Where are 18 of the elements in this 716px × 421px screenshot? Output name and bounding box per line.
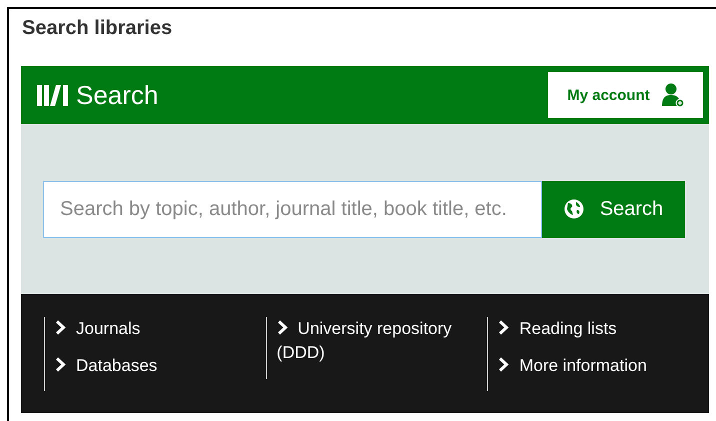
chevron-icon: [276, 320, 288, 335]
nav-link[interactable]: Reading lists: [498, 317, 617, 341]
globe-icon: [564, 199, 584, 219]
chevron-icon: [55, 320, 66, 335]
search-button[interactable]: Search: [542, 180, 685, 238]
nav-link[interactable]: Databases: [55, 354, 158, 378]
page-title: Search libraries: [22, 16, 172, 40]
nav-link[interactable]: More information: [498, 354, 647, 378]
chevron-icon: [498, 320, 510, 335]
account-button[interactable]: My account: [548, 72, 703, 118]
chevron-icon: [498, 357, 510, 372]
search-field[interactable]: Search by topic, author, journal title, book title, etc.: [43, 180, 542, 238]
nav-link[interactable]: University repository (DDD): [276, 317, 470, 365]
site-title: Search: [76, 80, 158, 110]
nav-link[interactable]: Journals: [55, 317, 140, 341]
chevron-icon: [55, 357, 66, 372]
logo-icon: [37, 84, 68, 106]
user-add-icon: [662, 83, 684, 107]
